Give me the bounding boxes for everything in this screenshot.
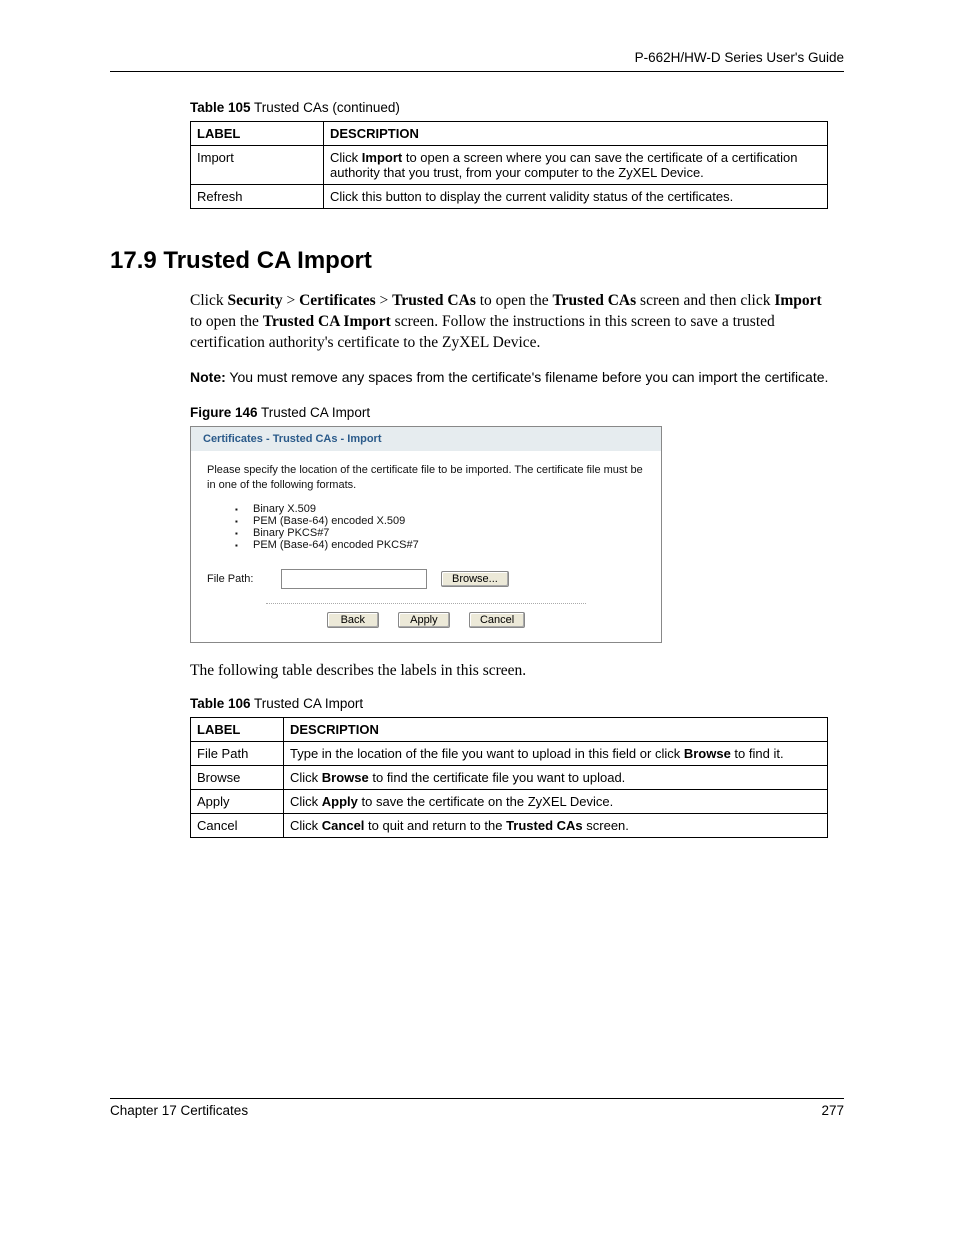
table105-caption: Table 105 Trusted CAs (continued) <box>190 100 844 115</box>
footer-rule <box>110 1098 844 1099</box>
table105: LABEL DESCRIPTION Import Click Import to… <box>190 121 828 209</box>
table-row: File Path Type in the location of the fi… <box>191 741 828 765</box>
header-rule <box>110 71 844 72</box>
cell-desc: Click Import to open a screen where you … <box>324 146 828 185</box>
th-description: DESCRIPTION <box>284 717 828 741</box>
cell-desc: Click Apply to save the certificate on t… <box>284 789 828 813</box>
cell-desc: Type in the location of the file you wan… <box>284 741 828 765</box>
action-buttons: Back Apply Cancel <box>207 612 645 628</box>
table-header-row: LABEL DESCRIPTION <box>191 122 828 146</box>
figure-screenshot: Certificates - Trusted CAs - Import Plea… <box>190 426 662 643</box>
screenshot-content: Please specify the location of the certi… <box>191 451 661 642</box>
screenshot-titlebar: Certificates - Trusted CAs - Import <box>191 427 661 451</box>
note-label: Note: <box>190 369 226 385</box>
table-row: Import Click Import to open a screen whe… <box>191 146 828 185</box>
table105-caption-num: Table 105 <box>190 100 251 115</box>
intro-paragraph: Click Security > Certificates > Trusted … <box>190 291 830 354</box>
file-path-label: File Path: <box>207 573 267 585</box>
cell-label: Cancel <box>191 813 284 837</box>
table-intro-text: The following table describes the labels… <box>190 661 830 682</box>
cell-label: Browse <box>191 765 284 789</box>
table105-caption-text: Trusted CAs (continued) <box>251 100 400 115</box>
formats-list: Binary X.509 PEM (Base-64) encoded X.509… <box>207 503 645 551</box>
table106: LABEL DESCRIPTION File Path Type in the … <box>190 717 828 838</box>
cell-label: File Path <box>191 741 284 765</box>
footer-chapter: Chapter 17 Certificates <box>110 1103 248 1118</box>
file-path-input[interactable] <box>281 569 427 589</box>
cell-desc: Click Cancel to quit and return to the T… <box>284 813 828 837</box>
th-label: LABEL <box>191 122 324 146</box>
table-row: Refresh Click this button to display the… <box>191 185 828 209</box>
table-row: Apply Click Apply to save the certificat… <box>191 789 828 813</box>
section-heading: 17.9 Trusted CA Import <box>110 247 844 275</box>
list-item: Binary PKCS#7 <box>235 527 645 539</box>
cancel-button[interactable]: Cancel <box>469 612 525 628</box>
cell-label: Refresh <box>191 185 324 209</box>
table-row: Browse Click Browse to find the certific… <box>191 765 828 789</box>
th-label: LABEL <box>191 717 284 741</box>
cell-label: Import <box>191 146 324 185</box>
list-item: PEM (Base-64) encoded PKCS#7 <box>235 539 645 551</box>
cell-label: Apply <box>191 789 284 813</box>
apply-button[interactable]: Apply <box>398 612 450 628</box>
figure-caption-num: Figure 146 <box>190 405 258 420</box>
figure-caption-text: Trusted CA Import <box>258 405 371 420</box>
cell-desc: Click this button to display the current… <box>324 185 828 209</box>
back-button[interactable]: Back <box>327 612 379 628</box>
separator <box>266 603 586 604</box>
table106-caption-text: Trusted CA Import <box>251 696 364 711</box>
note-paragraph: Note: You must remove any spaces from th… <box>190 368 830 388</box>
footer-page-number: 277 <box>821 1103 844 1118</box>
page-footer: Chapter 17 Certificates 277 <box>110 1098 844 1118</box>
table106-caption: Table 106 Trusted CA Import <box>190 696 844 711</box>
table106-caption-num: Table 106 <box>190 696 251 711</box>
header-guide-title: P-662H/HW-D Series User's Guide <box>110 50 844 71</box>
list-item: Binary X.509 <box>235 503 645 515</box>
instructions-text: Please specify the location of the certi… <box>207 463 645 493</box>
browse-button[interactable]: Browse... <box>441 571 509 587</box>
figure146-caption: Figure 146 Trusted CA Import <box>190 405 844 420</box>
th-description: DESCRIPTION <box>324 122 828 146</box>
table-header-row: LABEL DESCRIPTION <box>191 717 828 741</box>
note-body: You must remove any spaces from the cert… <box>226 369 829 385</box>
list-item: PEM (Base-64) encoded X.509 <box>235 515 645 527</box>
table-row: Cancel Click Cancel to quit and return t… <box>191 813 828 837</box>
cell-desc: Click Browse to find the certificate fil… <box>284 765 828 789</box>
file-path-row: File Path: Browse... <box>207 569 645 589</box>
